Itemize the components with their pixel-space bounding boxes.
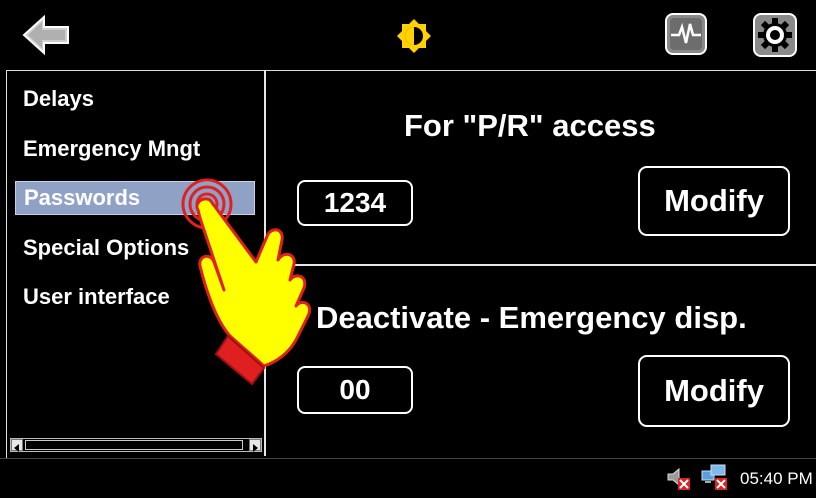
modify-deactivate-emergency-button[interactable]: Modify [638, 355, 790, 427]
sidebar-item-emergency-mngt[interactable]: Emergency Mngt [15, 134, 255, 164]
taskbar: 05:40 PM [0, 458, 816, 498]
sidebar-divider [264, 70, 266, 456]
sidebar-item-delays[interactable]: Delays [15, 84, 255, 114]
taskbar-clock: 05:40 PM [740, 469, 813, 488]
deactivate-emergency-password-value: 00 [297, 366, 413, 414]
gear-icon[interactable] [752, 12, 798, 58]
modify-pr-access-button[interactable]: Modify [638, 166, 790, 236]
scroll-right-arrow-icon[interactable] [249, 439, 261, 452]
panel-divider [266, 264, 816, 266]
panel-title-pr-access: For "P/R" access [404, 108, 656, 143]
sidebar-item-special-options[interactable]: Special Options [15, 233, 255, 263]
network-disconnected-icon[interactable] [700, 463, 728, 491]
speaker-muted-icon[interactable] [665, 465, 691, 491]
panel-title-deactivate-emergency: Deactivate - Emergency disp. [316, 300, 747, 335]
brightness-icon[interactable] [396, 18, 432, 54]
top-bar [0, 0, 816, 70]
heartbeat-monitor-icon[interactable] [664, 12, 708, 56]
scrollbar-thumb[interactable] [25, 440, 243, 450]
pr-access-password-value: 1234 [297, 180, 413, 226]
scroll-left-arrow-icon[interactable] [11, 439, 23, 452]
back-arrow-icon[interactable] [22, 14, 70, 56]
horizontal-scrollbar[interactable] [10, 438, 262, 452]
sidebar-item-user-interface[interactable]: User interface [15, 282, 255, 312]
sidebar [8, 72, 264, 456]
sidebar-item-passwords[interactable]: Passwords [15, 181, 255, 215]
